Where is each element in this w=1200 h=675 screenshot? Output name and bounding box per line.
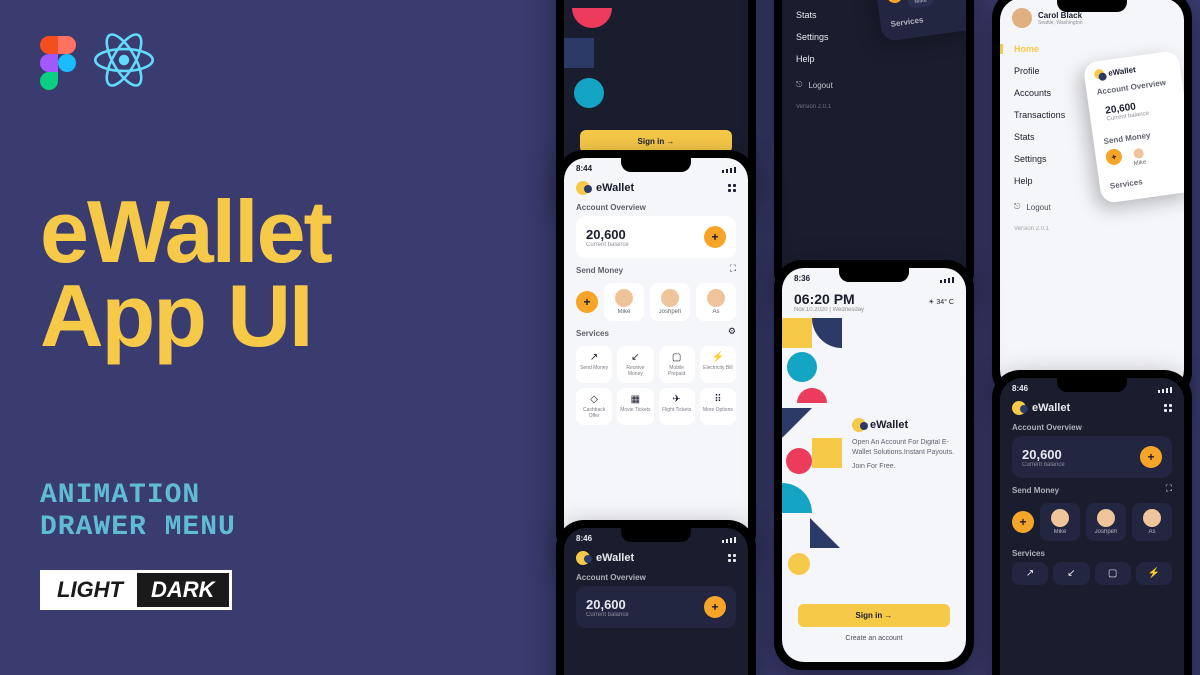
contacts-row: + Mike Joshpeh As — [1012, 503, 1172, 541]
contact-card[interactable]: Mike — [604, 283, 644, 321]
overview-label: Account Overview — [576, 203, 736, 212]
app-name: eWallet — [1032, 402, 1070, 414]
send-money-label: Send Money — [1012, 486, 1059, 495]
hero-subtitle: Animation Drawer Menu — [40, 480, 236, 544]
balance-sub: Current balance — [586, 242, 629, 248]
hero-title: eWallet App UI — [40, 190, 331, 357]
balance-sub: Current balance — [1022, 462, 1065, 468]
phone-landing-light: 8:36 06:20 PM Nov.10.2020 | Wednesday ☀ … — [774, 260, 974, 670]
services-label: Services — [1012, 549, 1172, 558]
balance-value: 20,600 — [586, 227, 629, 242]
react-icon — [94, 30, 154, 95]
status-time: 8:44 — [576, 164, 592, 173]
figma-icon — [40, 36, 76, 90]
service-tile[interactable]: ⠿More Options — [700, 388, 736, 425]
balance-value: 20,600 — [586, 597, 629, 612]
logout-button[interactable]: ⎋ Logout — [782, 70, 966, 100]
scan-icon[interactable]: ⛶ — [1166, 483, 1172, 494]
balance-card: 20,600 Current balance + — [1012, 436, 1172, 478]
ewallet-logo-icon — [852, 418, 866, 432]
service-tile[interactable]: ⚡ — [1136, 562, 1172, 585]
service-tile[interactable]: ▦Movie Tickets — [617, 388, 653, 425]
balance-sub: Current balance — [586, 612, 629, 618]
phone-drawer-light: Carol Black Seattle, Washington Home Pro… — [992, 0, 1192, 400]
ewallet-logo-icon — [576, 181, 590, 195]
phone-dashboard-dark: 8:46 eWallet Account Overview 20,600 Cur… — [992, 370, 1192, 675]
app-header: eWallet — [1012, 401, 1172, 415]
app-header: eWallet — [576, 551, 736, 565]
service-tile[interactable]: ▢ — [1095, 562, 1131, 585]
phone-dashboard-light: 8:44 eWallet Account Overview 20,600 Cur… — [556, 150, 756, 560]
send-money-label: Send Money — [576, 266, 623, 275]
weather-temp: ☀ 34° C — [928, 298, 954, 306]
add-funds-button[interactable]: + — [704, 596, 726, 618]
app-header: eWallet — [576, 181, 736, 195]
services-grid: ↗ ↙ ▢ ⚡ — [1012, 562, 1172, 585]
subtitle-line-2: Drawer Menu — [40, 512, 236, 544]
contacts-row: + Mike Joshpeh As — [576, 283, 736, 321]
title-line-2: App UI — [40, 274, 331, 358]
contact-card[interactable]: Joshpeh — [1086, 503, 1126, 541]
title-line-1: eWallet — [40, 190, 331, 274]
status-time: 8:46 — [1012, 384, 1028, 393]
service-tile[interactable]: ↗Send Money — [576, 346, 612, 383]
contact-card[interactable]: Joshpeh — [650, 283, 690, 321]
scan-icon[interactable]: ⛶ — [730, 263, 736, 274]
subtitle-line-1: Animation — [40, 480, 236, 512]
ewallet-logo-icon — [1012, 401, 1026, 415]
logout-button[interactable]: ⎋ Logout — [1000, 192, 1184, 222]
drawer-item-help[interactable]: Help — [796, 54, 952, 64]
overview-label: Account Overview — [576, 573, 736, 582]
service-tile[interactable]: ✈Flight Tickets — [659, 388, 695, 425]
landing-date: Nov.10.2020 | Wednesday — [794, 307, 864, 313]
phone-drawer-dark: Home Profile Accounts Transactions Stats… — [774, 0, 974, 300]
contact-card[interactable]: As — [696, 283, 736, 321]
balance-card: 20,600 Current balance + — [576, 216, 736, 258]
theme-light-label: LIGHT — [43, 573, 137, 607]
tool-logos — [40, 30, 154, 95]
balance-value: 20,600 — [1022, 447, 1065, 462]
drawer-item-home[interactable]: Home — [1014, 44, 1170, 54]
app-name: eWallet — [596, 552, 634, 564]
app-name: eWallet — [596, 182, 634, 194]
services-grid: ↗Send Money ↙Receive Money ▢Mobile Prepa… — [576, 346, 736, 425]
service-tile[interactable]: ◇Cashback Offer — [576, 388, 612, 425]
add-funds-button[interactable]: + — [704, 226, 726, 248]
ewallet-logo-icon — [576, 551, 590, 565]
add-contact-button[interactable]: + — [1105, 148, 1123, 166]
menu-icon[interactable] — [728, 554, 736, 562]
filter-icon[interactable]: ⚙ — [728, 326, 736, 337]
version-label: Version 2.0.1 — [1000, 222, 1184, 236]
service-tile[interactable]: ↙Receive Money — [617, 346, 653, 383]
phone-dashboard-dark-partial: 8:46 eWallet Account Overview 20,600 Cur… — [556, 520, 756, 675]
contact-card[interactable]: Mike — [1040, 503, 1080, 541]
add-contact-button[interactable]: + — [886, 0, 904, 4]
service-tile[interactable]: ▢Mobile Prepaid — [659, 346, 695, 383]
balance-card: 20,600 Current balance + — [576, 586, 736, 628]
service-tile[interactable]: ↙ — [1053, 562, 1089, 585]
add-contact-button[interactable]: + — [1012, 511, 1034, 533]
create-account-link[interactable]: Create an account — [798, 635, 950, 642]
theme-badge: LIGHT DARK — [40, 570, 232, 610]
signin-button[interactable]: Sign in → — [798, 604, 950, 627]
status-time: 8:36 — [794, 274, 810, 283]
version-label: Version 2.0.1 — [782, 100, 966, 114]
avatar — [1012, 8, 1032, 28]
landing-join: Join For Free. — [852, 458, 956, 472]
menu-icon[interactable] — [728, 184, 736, 192]
landing-time: 06:20 PM — [794, 291, 864, 307]
theme-dark-label: DARK — [137, 573, 229, 607]
overview-label: Account Overview — [1012, 423, 1172, 432]
status-time: 8:46 — [576, 534, 592, 543]
services-label: Services — [576, 329, 609, 338]
user-location: Seattle, Washington — [1038, 20, 1083, 26]
menu-icon[interactable] — [1164, 404, 1172, 412]
contact-card[interactable]: As — [1132, 503, 1172, 541]
add-contact-button[interactable]: + — [576, 291, 598, 313]
service-tile[interactable]: ⚡Electricity Bill — [700, 346, 736, 383]
add-funds-button[interactable]: + — [1140, 446, 1162, 468]
service-tile[interactable]: ↗ — [1012, 562, 1048, 585]
landing-tagline: Open An Account For Digital E-Wallet Sol… — [852, 432, 956, 458]
